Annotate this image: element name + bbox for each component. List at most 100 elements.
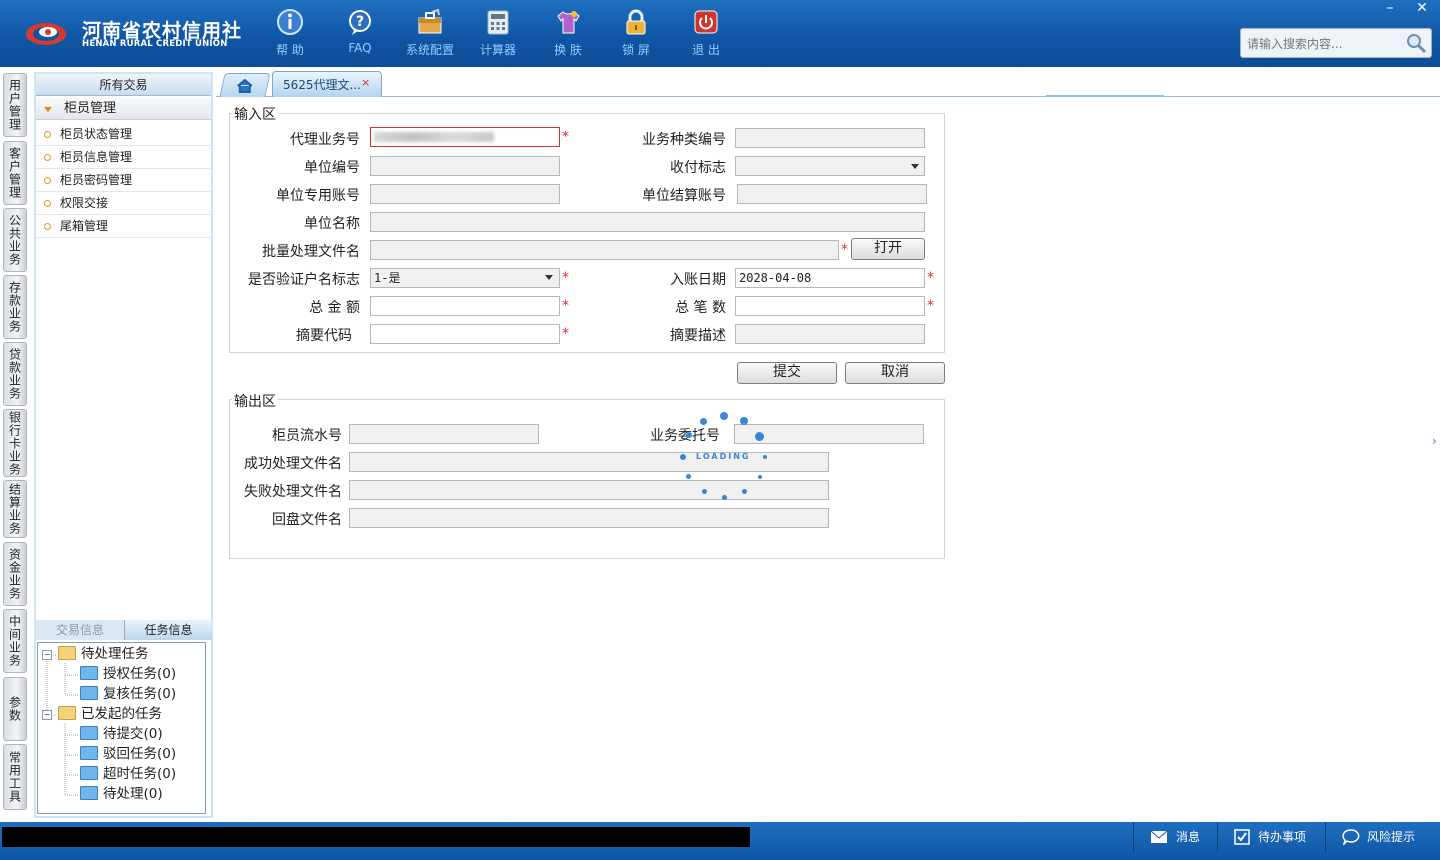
vtab-parameters[interactable]: 参数 [3,677,27,741]
settle-account-field[interactable] [737,184,927,204]
menu-item-permission-handover[interactable]: 权限交接 [36,192,211,215]
tree-node-authorization[interactable]: 授权任务(0) [80,664,176,684]
svg-text:?: ? [356,14,364,30]
close-window-button[interactable]: ✕ [1406,0,1438,18]
teller-serial-field[interactable] [349,424,539,444]
tree-node-to-process[interactable]: 待处理(0) [80,784,163,804]
risk-alert-button[interactable]: 风险提示 [1325,822,1440,852]
menu-item-teller-info[interactable]: 柜员信息管理 [36,146,211,169]
tree-node-review[interactable]: 复核任务(0) [80,684,176,704]
spinner-dot [702,489,707,494]
fail-file-label: 失败处理文件名 [244,484,342,500]
vtab-fund-business[interactable]: 资金业务 [3,542,27,606]
menu-item-teller-password[interactable]: 柜员密码管理 [36,169,211,192]
menu-item-label: 权限交接 [60,196,109,210]
total-count-label: 总 笔 数 [675,300,726,316]
success-file-label: 成功处理文件名 [244,456,342,472]
biz-type-field[interactable] [735,128,925,148]
vtab-public-business[interactable]: 公共业务 [3,208,27,272]
folder-icon [80,786,98,800]
menu-item-teller-status[interactable]: 柜员状态管理 [36,123,211,146]
vtab-intermediary-business[interactable]: 中间业务 [3,609,27,673]
fail-file-field[interactable] [349,480,829,500]
summary-desc-label: 摘要描述 [670,328,726,344]
tree-node-timeout[interactable]: 超时任务(0) [80,764,176,784]
vtab-bank-card-business[interactable]: 银行卡业务 [3,409,27,477]
teller-management-group[interactable]: 柜员管理 [36,98,211,120]
loading-text: LOADING [696,452,751,461]
tree-node-pending[interactable]: 待处理任务 [58,644,149,664]
agent-no-field[interactable] [370,127,560,147]
vtab-loan-business[interactable]: 贷款业务 [3,342,27,406]
post-date-field[interactable]: 2028-04-08 [735,268,925,288]
return-file-field[interactable] [349,508,829,528]
spinner-dot [700,418,707,425]
search-box[interactable] [1240,28,1432,58]
dropdown-arrow-icon[interactable] [545,275,553,280]
bullet-icon [44,154,51,161]
unit-account-field[interactable] [370,184,560,204]
tree-node-rejected[interactable]: 驳回任务(0) [80,744,176,764]
lock-screen-button[interactable]: 锁 屏 [606,8,666,60]
teller-serial-label: 柜员流水号 [272,428,342,444]
batch-file-field[interactable] [370,240,839,260]
help-button[interactable]: 帮 助 [260,8,320,60]
calculator-button[interactable]: 计算器 [468,8,528,60]
verify-flag-select[interactable]: 1-是 [370,268,560,288]
unit-no-field[interactable] [370,156,560,176]
collapse-toggle[interactable]: − [42,650,52,660]
submit-button[interactable]: 提交 [737,362,837,384]
total-count-field[interactable] [735,296,925,316]
unit-name-field[interactable] [370,212,925,232]
info-tabs: 交易信息 任务信息 [36,620,212,640]
settle-account-label: 单位结算账号 [642,188,726,204]
search-input[interactable] [1245,34,1399,54]
tree-node-to-submit[interactable]: 待提交(0) [80,724,163,744]
close-tab-icon[interactable]: × [361,76,370,89]
expand-right-icon[interactable]: › [1432,434,1440,450]
summary-desc-field[interactable] [735,324,925,344]
unit-no-label: 单位编号 [304,160,360,176]
tree-node-label: 复核任务(0) [103,686,177,702]
vtab-settlement-business[interactable]: 结算业务 [3,480,27,538]
vtab-common-tools[interactable]: 常用工具 [3,744,27,810]
minimize-button[interactable]: – [1374,0,1406,18]
vtab-deposit-business[interactable]: 存款业务 [3,275,27,339]
tree-node-label: 驳回任务(0) [103,746,177,762]
bullet-icon [44,223,51,230]
tab-task-info[interactable]: 任务信息 [124,620,212,640]
vtab-customer-management[interactable]: 客户管理 [3,141,27,205]
faq-button[interactable]: ? FAQ [330,8,390,60]
menu-item-tail-box[interactable]: 尾箱管理 [36,215,211,238]
spinner-dot [740,417,748,425]
success-file-field[interactable] [349,452,829,472]
search-icon[interactable] [1405,32,1427,54]
tree-node-initiated[interactable]: 已发起的任务 [58,704,162,724]
biz-type-label: 业务种类编号 [642,132,726,148]
todo-button[interactable]: 待办事项 [1217,822,1325,852]
group-label: 柜员管理 [64,101,117,116]
folder-icon [80,726,98,740]
cancel-button[interactable]: 取消 [845,362,945,384]
total-amount-field[interactable] [370,296,560,316]
tab-5625-agent-file[interactable]: 5625代理文... × [272,71,382,97]
open-file-button[interactable]: 打开 [851,238,925,260]
lock-screen-label: 锁 屏 [622,43,650,57]
summary-code-field[interactable] [370,324,560,344]
pay-flag-select[interactable] [735,156,925,176]
change-skin-button[interactable]: 换 肤 [538,8,598,60]
dropdown-arrow-icon[interactable] [911,164,919,169]
agent-no-label: 代理业务号 [290,132,360,148]
exit-label: 退 出 [692,43,720,57]
vtab-user-management[interactable]: 用户管理 [3,73,27,137]
all-transactions-header[interactable]: 所有交易 [36,74,211,96]
home-tab[interactable] [219,73,271,97]
tree-node-label: 授权任务(0) [103,666,177,682]
unit-name-label: 单位名称 [304,216,360,232]
exit-button[interactable]: 退 出 [676,8,736,60]
collapse-toggle[interactable]: − [42,710,52,720]
system-config-button[interactable]: 系统配置 [400,8,460,60]
tab-transaction-info[interactable]: 交易信息 [36,620,124,640]
messages-button[interactable]: 消息 [1133,822,1217,852]
expand-arrow-icon [44,107,52,112]
